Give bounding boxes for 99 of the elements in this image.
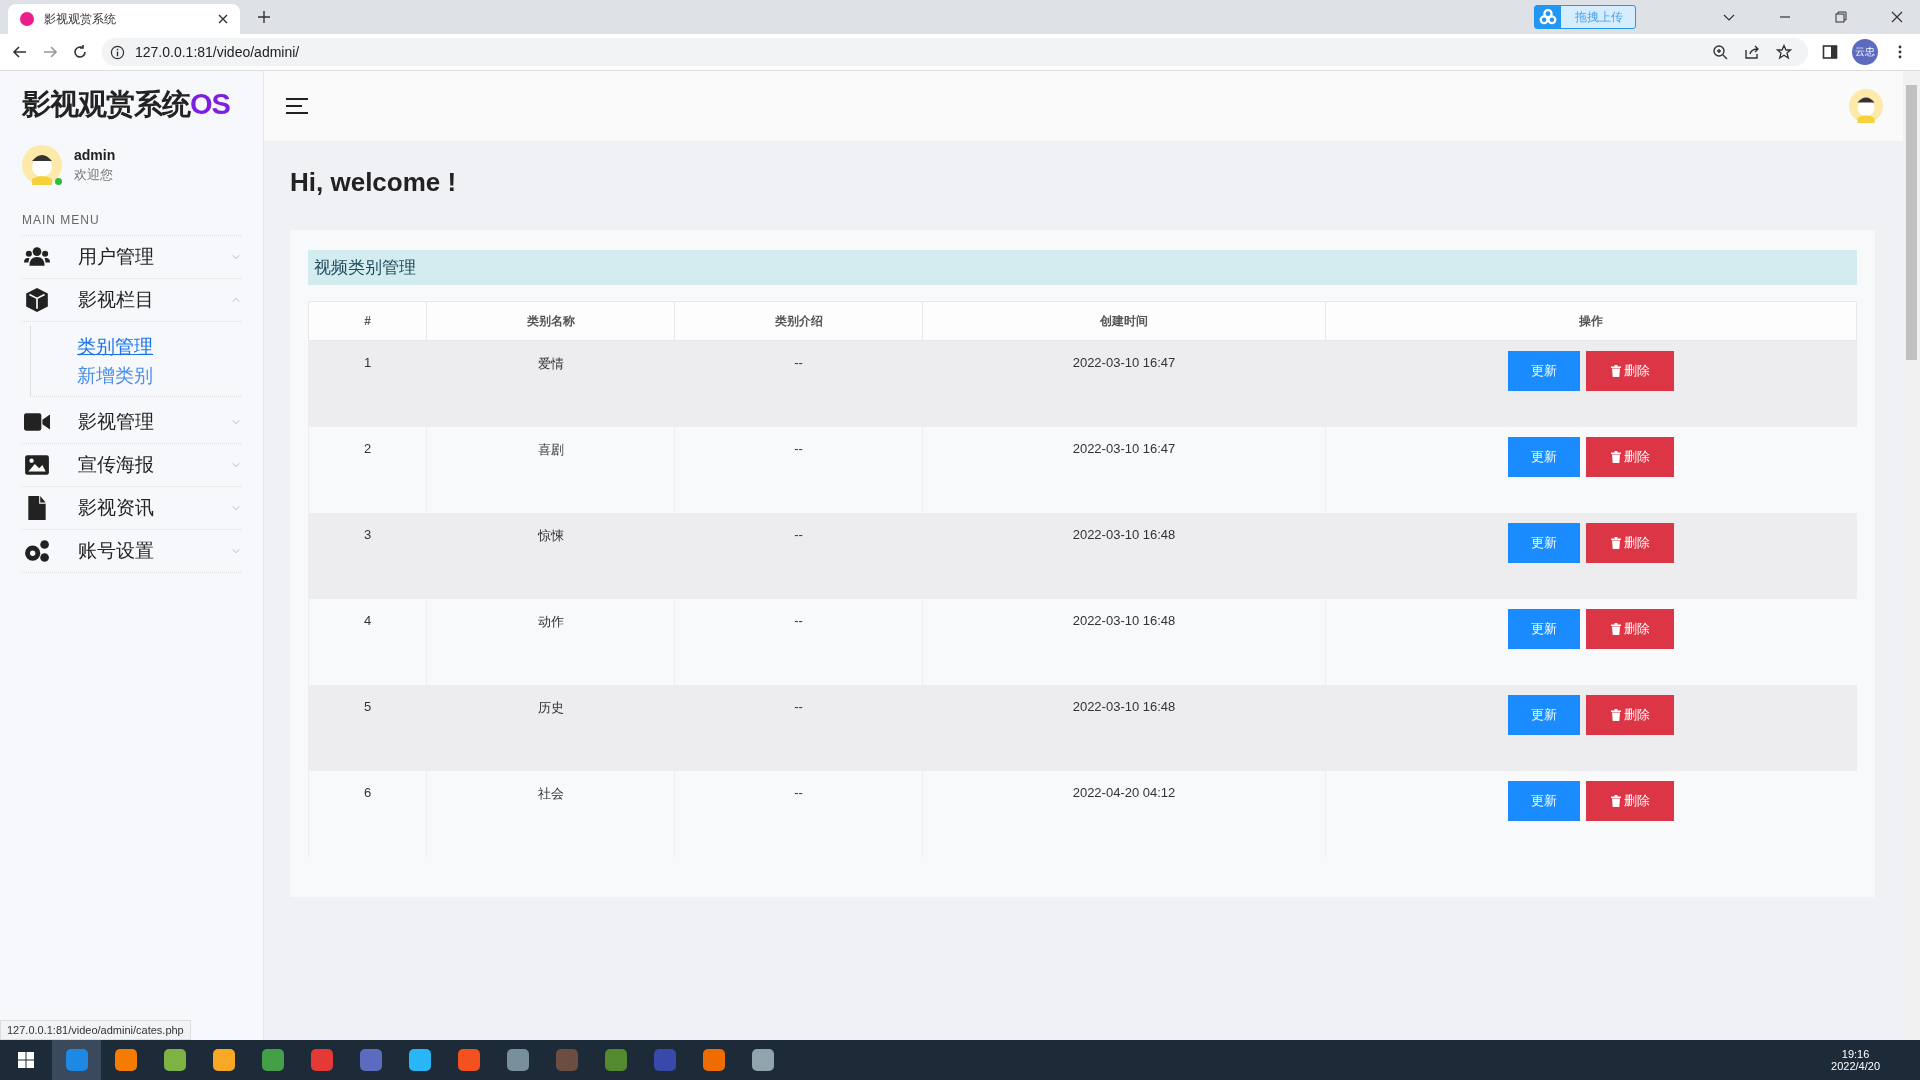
info-icon xyxy=(110,44,125,60)
clock-time: 19:16 xyxy=(1841,1048,1870,1060)
update-button[interactable]: 更新 xyxy=(1508,437,1581,477)
table-cell: -- xyxy=(674,685,923,771)
menu-icon[interactable] xyxy=(286,98,308,114)
menu-item[interactable]: 影视管理 xyxy=(22,401,241,444)
table-cell: -- xyxy=(674,771,923,857)
app-icon[interactable] xyxy=(359,1049,382,1071)
restore-icon[interactable] xyxy=(1835,11,1847,23)
submenu-item[interactable]: 新增类别 xyxy=(77,361,241,390)
greeting: 欢迎您 xyxy=(74,165,114,184)
image-icon xyxy=(22,452,52,478)
update-button[interactable]: 更新 xyxy=(1508,695,1581,735)
table-cell: 惊悚 xyxy=(426,513,675,599)
close-icon[interactable] xyxy=(1891,11,1903,23)
chevron-icon xyxy=(231,546,241,556)
column-header: 操作 xyxy=(1325,301,1857,341)
delete-button[interactable]: 删除 xyxy=(1586,609,1675,649)
chevron-icon xyxy=(231,252,241,262)
trash-icon xyxy=(1610,709,1621,721)
menu-item[interactable]: 影视资讯 xyxy=(22,487,241,530)
delete-button[interactable]: 删除 xyxy=(1586,437,1675,477)
delete-button[interactable]: 删除 xyxy=(1586,695,1675,735)
column-header: 类别名称 xyxy=(426,301,675,341)
column-header: # xyxy=(308,301,427,341)
table-cell: 2022-03-10 16:48 xyxy=(922,685,1326,771)
zoom-icon[interactable] xyxy=(1712,44,1728,60)
app-icon[interactable] xyxy=(114,1049,137,1071)
clock-date: 2022/4/20 xyxy=(1831,1060,1880,1072)
table-cell: 2022-04-20 04:12 xyxy=(922,771,1326,857)
delete-button[interactable]: 删除 xyxy=(1586,523,1675,563)
table-cell: 2022-03-10 16:48 xyxy=(922,513,1326,599)
trash-icon xyxy=(1610,795,1621,807)
profile-avatar[interactable]: 云忠 xyxy=(1852,39,1878,65)
table-cell: 3 xyxy=(308,513,427,599)
delete-button[interactable]: 删除 xyxy=(1586,351,1675,391)
user-name: admin xyxy=(74,146,116,163)
column-header: 类别介绍 xyxy=(674,301,923,341)
table-cell: -- xyxy=(674,513,923,599)
menu-item[interactable]: 影视栏目 xyxy=(22,279,241,322)
menu-item[interactable]: 用户管理 xyxy=(22,236,241,279)
logo: 影视观赏系统OS xyxy=(22,87,231,122)
column-header: 创建时间 xyxy=(922,301,1326,341)
scrollbar-thumb[interactable] xyxy=(1906,85,1917,360)
avatar-icon[interactable] xyxy=(1849,89,1883,123)
table-cell: 2022-03-10 16:47 xyxy=(922,340,1326,427)
avatar-icon xyxy=(22,145,62,185)
update-button[interactable]: 更新 xyxy=(1508,523,1581,563)
menu-title: MAIN MENU xyxy=(22,213,241,236)
app-icon[interactable] xyxy=(310,1049,333,1071)
app-icon[interactable] xyxy=(751,1049,774,1071)
table-cell: 历史 xyxy=(426,685,675,771)
delete-button[interactable]: 删除 xyxy=(1586,781,1675,821)
trash-icon xyxy=(1610,623,1621,635)
share-icon[interactable] xyxy=(1744,44,1760,60)
windows-icon[interactable] xyxy=(18,1052,34,1068)
status-url: 127.0.0.1:81/video/admini/cates.php xyxy=(0,1020,191,1040)
page-heading: Hi, welcome ! xyxy=(290,167,458,198)
forward-icon[interactable] xyxy=(42,44,58,60)
table-cell: 1 xyxy=(308,340,427,427)
side-panel-icon[interactable] xyxy=(1822,44,1838,60)
table-cell: 社会 xyxy=(426,771,675,857)
update-button[interactable]: 更新 xyxy=(1508,351,1581,391)
app-icon[interactable] xyxy=(506,1049,529,1071)
app-icon[interactable] xyxy=(408,1049,431,1071)
app-icon[interactable] xyxy=(261,1049,284,1071)
trash-icon xyxy=(1610,365,1621,377)
submenu-item[interactable]: 类别管理 xyxy=(77,332,241,361)
chevron-icon xyxy=(231,503,241,513)
chevron-icon xyxy=(231,295,241,305)
browser-tab[interactable]: 影视观赏系统 xyxy=(8,4,240,34)
back-icon[interactable] xyxy=(12,44,28,60)
star-icon[interactable] xyxy=(1776,44,1792,60)
close-icon[interactable] xyxy=(218,14,228,24)
tab-title: 影视观赏系统 xyxy=(44,10,117,28)
panel-title: 视频类别管理 xyxy=(308,250,1857,285)
chevron-icon xyxy=(231,417,241,427)
update-button[interactable]: 更新 xyxy=(1508,609,1581,649)
reload-icon[interactable] xyxy=(72,44,88,60)
menu-item[interactable]: 宣传海报 xyxy=(22,444,241,487)
site-icon xyxy=(20,12,34,26)
cloud-icon xyxy=(1535,6,1561,28)
app-icon[interactable] xyxy=(212,1049,235,1071)
table-cell: 爱情 xyxy=(426,340,675,427)
chevron-icon xyxy=(231,460,241,470)
trash-icon xyxy=(1610,537,1621,549)
app-icon[interactable] xyxy=(163,1049,186,1071)
app-icon[interactable] xyxy=(702,1049,725,1071)
app-icon[interactable] xyxy=(604,1049,627,1071)
address-field[interactable]: 127.0.0.1:81/video/admini/ xyxy=(102,38,1808,66)
app-icon[interactable] xyxy=(457,1049,480,1071)
table-cell: 5 xyxy=(308,685,427,771)
table-cell: -- xyxy=(674,340,923,427)
table-cell: 6 xyxy=(308,771,427,857)
new-tab-icon[interactable] xyxy=(258,11,270,23)
menu-item[interactable]: 账号设置 xyxy=(22,530,241,573)
upload-button[interactable]: 拖拽上传 xyxy=(1534,5,1636,29)
update-button[interactable]: 更新 xyxy=(1508,781,1581,821)
trash-icon xyxy=(1610,451,1621,463)
